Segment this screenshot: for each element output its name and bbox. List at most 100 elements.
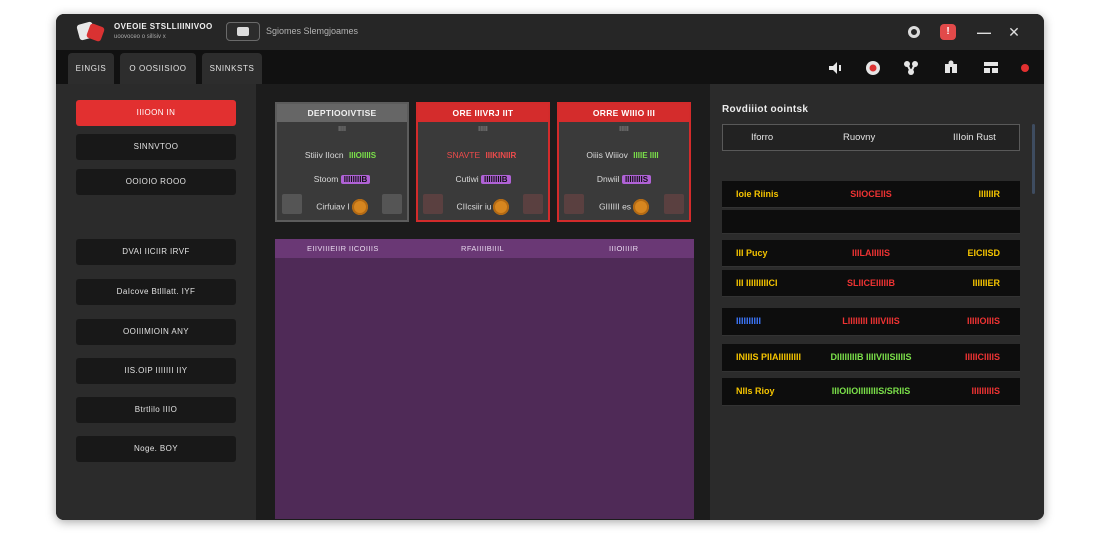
status-button[interactable]: [1016, 59, 1034, 77]
table-row[interactable]: IIIIIIIIII LIIIIIIII IIIIVIIIS IIIIIOIII…: [722, 308, 1020, 336]
card-row-value: IIIIIIIIB: [480, 175, 511, 184]
row-result: IIIIICIIIIS: [964, 352, 1000, 362]
card-left-button[interactable]: [564, 194, 584, 214]
alert-button[interactable]: !: [938, 22, 958, 42]
table-row[interactable]: NIIs Rioy IIIOIIOIIIIIIIIS/SRIIS IIIIIII…: [722, 378, 1020, 406]
volume-button[interactable]: [826, 59, 844, 77]
table-row[interactable]: III Pucy IIILAIIIIIS EICIISD: [722, 240, 1020, 267]
dice-logo-icon: [76, 20, 106, 44]
row-result: IIIIIOIIIS: [966, 316, 1000, 326]
card-row-label: CIIcsiir iu: [456, 201, 492, 212]
sidebar: IIIOON IN SINNVTOO OOIOIO ROOO DVAI IICI…: [56, 84, 256, 520]
card-row-label: SNAVTE: [446, 150, 481, 160]
table-row[interactable]: INIIIS PIIAIIIIIIIII DIIIIIIIIB IIIIVIII…: [722, 344, 1020, 372]
card-row-label: Cutiwi: [455, 174, 479, 184]
card-row-1: Stiiiv IIocn IIIOIIIIS: [277, 150, 407, 160]
card-right-button[interactable]: [382, 194, 402, 214]
help-icon: [908, 26, 920, 38]
sidebar-item-1[interactable]: IIIOON IN: [76, 100, 236, 126]
record-icon: [866, 61, 880, 75]
row-value: SIIOCEIIS: [850, 189, 892, 199]
puzzle-button[interactable]: [942, 59, 960, 77]
column-header[interactable]: Iforro: [751, 125, 773, 150]
column-header[interactable]: Ruovny: [843, 125, 875, 150]
window-icon: [237, 27, 249, 36]
content-panel-header: EIIVIIIEIIR IICOIIIS RFAIIIIBIIIL IIIOII…: [275, 239, 694, 258]
card-1[interactable]: DEPTIOOIVTISE IIII Stiiiv IIocn IIIOIIII…: [275, 102, 409, 222]
sidebar-item-6[interactable]: OOIIIMIOIN ANY: [76, 319, 236, 345]
sidebar-item-8[interactable]: Btrtlilo IIIO: [76, 397, 236, 423]
coin-icon: [351, 199, 368, 215]
card-row-value: IIIIIIIIS: [621, 175, 652, 184]
card-right-button[interactable]: [523, 194, 543, 214]
row-result: EICIISD: [967, 248, 1000, 258]
card-title: DEPTIOOIVTISE: [277, 104, 407, 122]
content-panel: EIIVIIIEIIR IICOIIIS RFAIIIIBIIIL IIIOII…: [275, 239, 694, 519]
help-button[interactable]: [904, 22, 924, 42]
results-title: Rovdiiiot oointsk: [722, 104, 809, 115]
sidebar-item-4[interactable]: DVAI IICIIR IRVF: [76, 239, 236, 265]
tab-3[interactable]: SNINKSTS: [202, 53, 262, 84]
sidebar-item-9[interactable]: Noge. BOY: [76, 436, 236, 462]
sidebar-item-3[interactable]: OOIOIO ROOO: [76, 169, 236, 195]
table-row[interactable]: Ioie Riinis SIIOCEIIS IIIIIIR: [722, 181, 1020, 208]
results-header: Iforro Ruovny IIIoin Rust: [722, 124, 1020, 151]
card-subtitle: IIIII: [619, 126, 629, 133]
main-content: DEPTIOOIVTISE IIII Stiiiv IIocn IIIOIIII…: [256, 84, 710, 520]
card-3[interactable]: ORRE WIIIO III IIIII Oiiis Wiiiov IIIIE …: [557, 102, 691, 222]
card-row-label: Cirfuiav I: [316, 201, 350, 212]
table-row[interactable]: [722, 210, 1020, 234]
card-row-1: SNAVTE IIIKINIIR: [418, 150, 548, 160]
search-field[interactable]: Sgiomes Slemgjoames: [266, 26, 358, 36]
window-toggle-button[interactable]: [226, 22, 260, 41]
share-icon: [904, 61, 918, 75]
app-subtitle: uoovoceo o sillsiv x: [114, 34, 166, 40]
tab-bar: EINGIS O OOSIISIOO SNINKSTS: [56, 50, 1044, 84]
menu-button[interactable]: [982, 59, 1000, 77]
column-header[interactable]: IIIOIIIIR: [609, 239, 638, 258]
card-title: ORRE WIIIO III: [559, 104, 689, 122]
card-row-2: Stoom IIIIIIIIB: [277, 174, 407, 184]
scrollbar[interactable]: [1032, 124, 1035, 194]
card-left-button[interactable]: [282, 194, 302, 214]
card-row-value: IIIIE IIII: [633, 151, 659, 160]
coin-icon: [493, 199, 510, 215]
tab-2[interactable]: O OOSIISIOO: [120, 53, 196, 84]
card-row-label: Stiiiv IIocn: [304, 150, 344, 160]
card-2[interactable]: ORE IIIVRJ IIT IIIII SNAVTE IIIKINIIR Cu…: [416, 102, 550, 222]
card-row-2: Cutiwi IIIIIIIIB: [418, 174, 548, 184]
sidebar-item-2[interactable]: SINNVTOO: [76, 134, 236, 160]
title-bar: OVEOIE STSLLIIINIVOO uoovoceo o sillsiv …: [56, 14, 1044, 50]
table-row[interactable]: III IIIIIIIIICI SLIICEIIIIIB IIIIIIER: [722, 270, 1020, 297]
sidebar-item-7[interactable]: IIS.OIP IIIIIII IIY: [76, 358, 236, 384]
record-button[interactable]: [864, 59, 882, 77]
card-row-value: IIIKINIIR: [485, 151, 517, 160]
card-subtitle: IIII: [338, 126, 346, 133]
column-header[interactable]: EIIVIIIEIIR IICOIIIS: [307, 239, 379, 258]
row-result: IIIIIIIIIS: [971, 386, 1000, 396]
menu-icon: [984, 62, 998, 73]
card-row-label: Stoom: [313, 174, 339, 184]
card-row-value: IIIOIIIIS: [349, 151, 377, 160]
coin-icon: [633, 199, 650, 215]
sidebar-item-5[interactable]: DaIcove Btlllatt. IYF: [76, 279, 236, 305]
share-button[interactable]: [902, 59, 920, 77]
app-title: OVEOIE STSLLIIINIVOO: [114, 22, 213, 31]
row-result: IIIIIIR: [978, 189, 1000, 199]
results-panel: Rovdiiiot oointsk Iforro Ruovny IIIoin R…: [710, 84, 1044, 520]
card-row-label: Oiiis Wiiiov: [586, 150, 628, 160]
card-left-button[interactable]: [423, 194, 443, 214]
card-row-2: Dnwiil IIIIIIIIS: [559, 174, 689, 184]
card-row-value: IIIIIIIIB: [340, 175, 371, 184]
card-right-button[interactable]: [664, 194, 684, 214]
card-row-label: GIIIIII es: [598, 201, 632, 212]
column-header[interactable]: IIIoin Rust: [953, 125, 996, 150]
card-subtitle: IIIII: [478, 126, 488, 133]
app-window: OVEOIE STSLLIIINIVOO uoovoceo o sillsiv …: [56, 14, 1044, 520]
minimize-button[interactable]: —: [974, 22, 994, 42]
tab-1[interactable]: EINGIS: [68, 53, 114, 84]
column-header[interactable]: RFAIIIIBIIIL: [461, 239, 504, 258]
close-button[interactable]: ✕: [1004, 22, 1024, 42]
status-dot-icon: [1021, 64, 1029, 72]
card-row-label: Dnwiil: [596, 174, 620, 184]
